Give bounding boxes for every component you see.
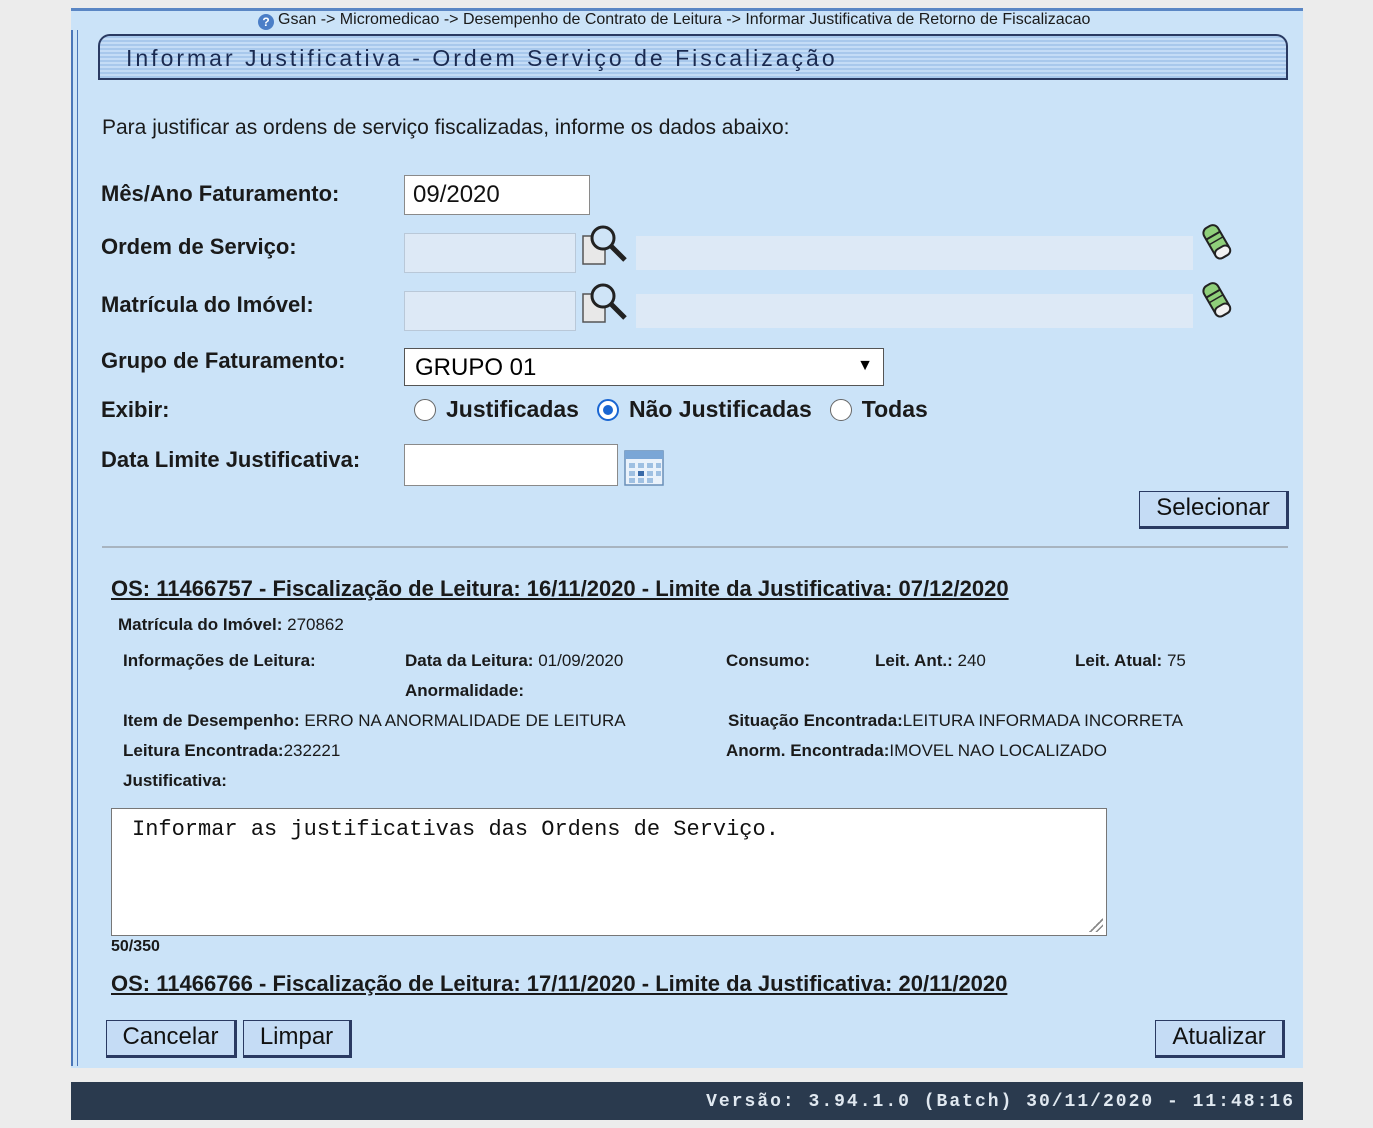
os-matricula: Matrícula do Imóvel: 270862: [118, 615, 344, 635]
atualizar-button[interactable]: Atualizar: [1155, 1020, 1285, 1058]
os-title-link[interactable]: OS: 11466766 - Fiscalização de Leitura: …: [111, 971, 1007, 997]
breadcrumb: ? Gsan -> Micromedicao -> Desempenho de C…: [258, 11, 1090, 30]
divider: [102, 546, 1288, 548]
info-leitura-label: Informações de Leitura:: [123, 651, 316, 670]
justificativa-label: Justificativa:: [123, 771, 227, 790]
ordem-servico-description: [636, 236, 1193, 270]
ordem-servico-label: Ordem de Serviço:: [101, 234, 297, 259]
leit-atual-value: 75: [1166, 651, 1186, 670]
justificativa-textarea[interactable]: Informar as justificativas das Ordens de…: [111, 808, 1107, 936]
data-limite-label: Data Limite Justificativa:: [101, 447, 361, 472]
eraser-icon[interactable]: [1198, 278, 1238, 322]
matricula-label: Matrícula do Imóvel:: [101, 292, 314, 317]
anorm-encontrada-label: Anorm. Encontrada:: [726, 741, 890, 760]
matricula-description: [636, 294, 1193, 328]
radio-todas[interactable]: [829, 398, 852, 421]
situacao-encontrada-label: Situação Encontrada:: [728, 711, 903, 730]
leitura-encontrada-value: 232221: [283, 741, 341, 760]
radio-justificadas-label: Justificadas: [446, 396, 579, 422]
grupo-select-value: GRUPO 01: [415, 354, 537, 381]
ordem-servico-input[interactable]: [404, 233, 576, 273]
selecionar-button[interactable]: Selecionar: [1139, 491, 1289, 529]
consumo-label: Consumo:: [726, 651, 811, 670]
radio-todas-label: Todas: [861, 396, 928, 422]
leit-ant: Leit. Ant.: 240: [875, 651, 986, 671]
chevron-down-icon: ▼: [857, 357, 873, 374]
grupo-select[interactable]: GRUPO 01 ▼: [404, 348, 884, 386]
data-leitura: Data da Leitura: 01/09/2020: [405, 651, 623, 671]
radio-nao-justificadas-label: Não Justificadas: [628, 396, 812, 422]
matricula-input[interactable]: [404, 291, 576, 331]
search-icon[interactable]: [581, 222, 629, 266]
justificativa-text: Informar as justificativas das Ordens de…: [132, 817, 779, 842]
leit-ant-value: 240: [957, 651, 986, 670]
item-desempenho-value: ERRO NA ANORMALIDADE DE LEITURA: [304, 711, 626, 730]
mes-ano-label: Mês/Ano Faturamento:: [101, 181, 340, 206]
anorm-encontrada: Anorm. Encontrada:IMOVEL NAO LOCALIZADO: [726, 741, 1107, 761]
os-matricula-label: Matrícula do Imóvel:: [118, 615, 283, 634]
situacao-encontrada: Situação Encontrada:LEITURA INFORMADA IN…: [728, 711, 1183, 731]
resize-handle[interactable]: [1089, 918, 1103, 932]
item-desempenho-label: Item de Desempenho:: [123, 711, 300, 730]
data-leitura-value: 01/09/2020: [538, 651, 624, 670]
mes-ano-input[interactable]: [404, 175, 590, 215]
search-icon[interactable]: [581, 280, 629, 324]
leitura-encontrada: Leitura Encontrada:232221: [123, 741, 340, 761]
eraser-icon[interactable]: [1198, 220, 1238, 264]
version-text: Versão: 3.94.1.0 (Batch) 30/11/2020 - 11…: [706, 1092, 1295, 1112]
os-matricula-value: 270862: [287, 615, 344, 634]
radio-nao-justificadas[interactable]: [596, 398, 619, 421]
leitura-encontrada-label: Leitura Encontrada:: [123, 741, 284, 760]
leit-ant-label: Leit. Ant.:: [875, 651, 953, 670]
exibir-label: Exibir:: [101, 397, 170, 422]
left-border: [71, 30, 78, 1066]
item-desempenho: Item de Desempenho: ERRO NA ANORMALIDADE…: [123, 711, 626, 731]
footer-bar: Versão: 3.94.1.0 (Batch) 30/11/2020 - 11…: [71, 1082, 1303, 1120]
page-title: Informar Justificativa - Ordem Serviço d…: [126, 45, 838, 71]
leit-atual: Leit. Atual: 75: [1075, 651, 1186, 671]
anormalidade-label: Anormalidade:: [405, 681, 525, 700]
exibir-radio-group: Justificadas Não Justificadas Todas: [414, 396, 928, 423]
help-icon[interactable]: ?: [258, 14, 274, 30]
calendar-icon[interactable]: [624, 450, 664, 486]
breadcrumb-text: Gsan -> Micromedicao -> Desempenho de Co…: [278, 11, 1091, 28]
os-title-link[interactable]: OS: 11466757 - Fiscalização de Leitura: …: [111, 576, 1009, 602]
leit-atual-label: Leit. Atual:: [1075, 651, 1163, 670]
intro-text: Para justificar as ordens de serviço fis…: [102, 116, 790, 139]
radio-justificadas[interactable]: [414, 398, 436, 421]
cancelar-button[interactable]: Cancelar: [106, 1020, 237, 1058]
situacao-encontrada-value: LEITURA INFORMADA INCORRETA: [902, 711, 1183, 730]
data-leitura-label: Data da Leitura:: [405, 651, 534, 670]
grupo-label: Grupo de Faturamento:: [101, 348, 346, 373]
char-counter: 50/350: [111, 938, 160, 955]
page-title-bar: Informar Justificativa - Ordem Serviço d…: [98, 34, 1288, 80]
data-limite-input[interactable]: [404, 444, 618, 486]
limpar-button[interactable]: Limpar: [243, 1020, 352, 1058]
anorm-encontrada-value: IMOVEL NAO LOCALIZADO: [889, 741, 1107, 760]
